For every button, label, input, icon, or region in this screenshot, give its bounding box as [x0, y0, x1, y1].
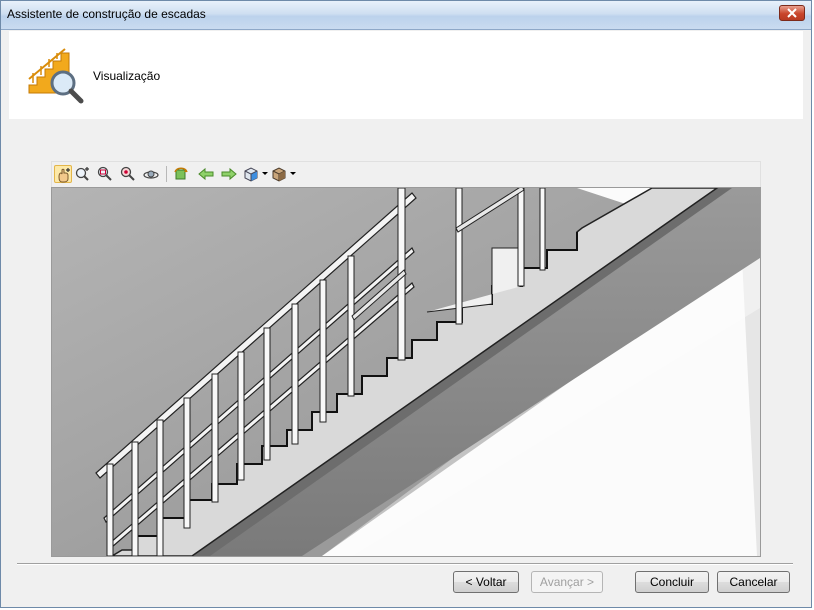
view-cube-dropdown-icon[interactable]	[262, 172, 268, 175]
footer-divider	[17, 563, 793, 565]
zoom-window-button[interactable]	[96, 165, 114, 183]
forward-arrow-button[interactable]	[220, 165, 238, 183]
wizard-header: Visualização	[9, 31, 803, 119]
finish-button[interactable]: Concluir	[635, 571, 709, 593]
title-bar[interactable]: Assistente de construção de escadas	[1, 1, 811, 30]
back-arrow-icon	[198, 167, 214, 181]
back-arrow-button[interactable]	[197, 165, 215, 183]
page-heading: Visualização	[93, 69, 161, 83]
orbit-button[interactable]	[142, 165, 160, 183]
staircase-magnifier-icon	[28, 48, 84, 104]
close-button[interactable]	[779, 5, 805, 21]
viewer-toolbar	[51, 161, 761, 187]
wizard-window: Assistente de construção de escadas Visu…	[0, 0, 812, 608]
toolbar-separator	[166, 166, 167, 182]
rotate-icon	[174, 167, 188, 180]
zoom-in-icon	[75, 167, 89, 181]
pan-tool-button[interactable]	[54, 165, 72, 183]
orbit-icon	[143, 170, 159, 179]
close-icon	[787, 8, 797, 18]
window-title: Assistente de construção de escadas	[7, 7, 206, 21]
render-mode-dropdown-icon[interactable]	[290, 172, 296, 175]
back-button[interactable]: < Voltar	[453, 571, 519, 593]
forward-arrow-icon	[221, 167, 237, 181]
pan-icon	[58, 168, 70, 183]
view-cube-button[interactable]	[242, 165, 260, 183]
zoom-in-button[interactable]	[74, 165, 92, 183]
cancel-button[interactable]: Cancelar	[717, 571, 790, 593]
render-mode-button[interactable]	[270, 165, 288, 183]
preview-panel	[9, 119, 803, 559]
staircase-3d-render	[52, 188, 760, 556]
next-button[interactable]: Avançar >	[531, 571, 603, 593]
zoom-extents-button[interactable]	[119, 165, 137, 183]
3d-preview-viewport[interactable]	[51, 187, 761, 557]
zoom-window-icon	[97, 166, 112, 181]
render-mode-icon	[272, 167, 286, 182]
zoom-extents-icon	[120, 166, 135, 181]
rotate-button[interactable]	[172, 165, 190, 183]
view-cube-icon	[244, 167, 258, 182]
